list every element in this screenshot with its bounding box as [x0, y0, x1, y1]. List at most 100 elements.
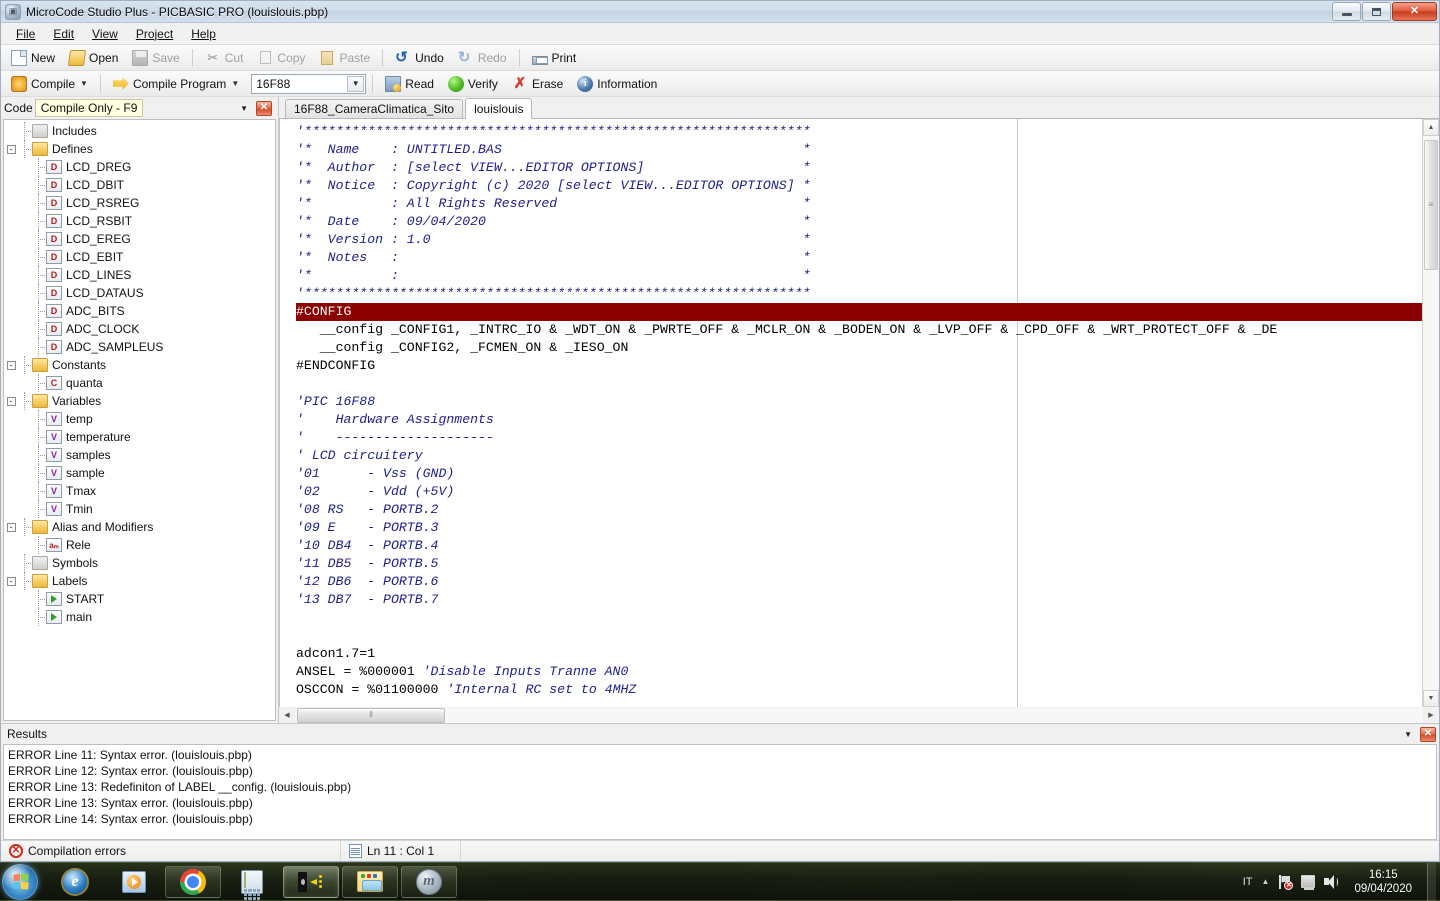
results-row[interactable]: ERROR Line 13: Syntax error. (louislouis…	[8, 795, 1436, 811]
tree-node[interactable]: -Defines	[4, 140, 275, 158]
tree-node[interactable]: DLCD_DBIT	[4, 176, 275, 194]
results-row[interactable]: ERROR Line 13: Redefiniton of LABEL __co…	[8, 779, 1436, 795]
tree-node[interactable]: DLCD_DATAUS	[4, 284, 275, 302]
tree-node[interactable]: Vtemperature	[4, 428, 275, 446]
tree-node[interactable]: DLCD_LINES	[4, 266, 275, 284]
tree-expander[interactable]: -	[4, 356, 18, 374]
device-select-chevron-down-icon[interactable]: ▼	[347, 76, 364, 92]
tree-node[interactable]: DLCD_DREG	[4, 158, 275, 176]
read-button[interactable]: Read	[379, 73, 440, 95]
open-button[interactable]: Open	[63, 47, 124, 69]
menu-project[interactable]: Project	[127, 25, 182, 43]
compile-dropdown-arrow-icon[interactable]: ▼	[80, 79, 88, 88]
results-row[interactable]: ERROR Line 11: Syntax error. (louislouis…	[8, 747, 1436, 763]
volume-speaker-icon[interactable]	[1324, 875, 1339, 889]
explorer-menu-chevron-down-icon[interactable]: ▼	[232, 104, 256, 113]
show-hidden-icons-chevron-up-icon[interactable]: ▲	[1262, 877, 1270, 886]
tree-node[interactable]: DLCD_EBIT	[4, 248, 275, 266]
menu-view[interactable]: View	[83, 25, 127, 43]
information-button[interactable]: i Information	[571, 73, 663, 95]
vertical-scroll-thumb[interactable]: ≡	[1424, 140, 1438, 270]
tree-expander[interactable]: -	[4, 572, 18, 590]
copy-button[interactable]: Copy	[251, 47, 311, 69]
tree-node[interactable]: VTmin	[4, 500, 275, 518]
taskbar-item-windows-media-player[interactable]	[106, 866, 162, 898]
tree-node[interactable]: Vsample	[4, 464, 275, 482]
scroll-down-arrow-icon[interactable]: ▼	[1423, 690, 1439, 707]
tree-node[interactable]: -Alias and Modifiers	[4, 518, 275, 536]
menu-edit[interactable]: Edit	[44, 25, 83, 43]
paste-button[interactable]: Paste	[313, 47, 376, 69]
results-close-icon[interactable]: ✕	[1420, 727, 1436, 742]
save-button[interactable]: Save	[126, 47, 185, 69]
maximize-button[interactable]	[1362, 2, 1391, 21]
tree-node[interactable]: START	[4, 590, 275, 608]
cut-button[interactable]: ✂ Cut	[199, 47, 250, 69]
tree-node[interactable]: Cquanta	[4, 374, 275, 392]
taskbar-item-mercury-app[interactable]: m	[401, 866, 457, 898]
editor-vertical-scrollbar[interactable]: ▲ ≡ ▼	[1422, 119, 1439, 707]
taskbar-item-calculator[interactable]	[224, 866, 280, 898]
vertical-scroll-track[interactable]: ≡	[1423, 136, 1439, 690]
print-button[interactable]: Print	[526, 48, 583, 68]
redo-button[interactable]: ↻ Redo	[452, 47, 513, 69]
tree-node[interactable]: -Variables	[4, 392, 275, 410]
horizontal-scroll-thumb[interactable]: ⦀	[297, 708, 445, 723]
taskbar-item-internet-explorer[interactable]: e	[47, 866, 103, 898]
tree-expander[interactable]: -	[4, 140, 18, 158]
tree-node[interactable]: DLCD_RSBIT	[4, 212, 275, 230]
language-indicator[interactable]: IT	[1243, 876, 1253, 888]
code-explorer-tree[interactable]: Includes-DefinesDLCD_DREGDLCD_DBITDLCD_R…	[3, 119, 276, 721]
taskbar-item-windows-explorer[interactable]	[342, 866, 398, 898]
results-row[interactable]: ERROR Line 12: Syntax error. (louislouis…	[8, 763, 1436, 779]
source-code-text[interactable]: '***************************************…	[280, 119, 1422, 699]
tree-node[interactable]: Vtemp	[4, 410, 275, 428]
tree-node[interactable]: DADC_CLOCK	[4, 320, 275, 338]
editor-tabstrip[interactable]: 16F88_CameraClimatica_Sitolouislouis	[279, 97, 1439, 119]
code-scroll-viewport[interactable]: '***************************************…	[279, 119, 1422, 707]
results-row[interactable]: ERROR Line 14: Syntax error. (louislouis…	[8, 811, 1436, 827]
editor-tab[interactable]: 16F88_CameraClimatica_Sito	[285, 99, 463, 118]
explorer-close-icon[interactable]: ✕	[256, 101, 272, 116]
network-icon[interactable]	[1301, 875, 1315, 888]
verify-button[interactable]: Verify	[442, 73, 504, 95]
tree-node[interactable]: -Labels	[4, 572, 275, 590]
compile-program-dropdown-arrow-icon[interactable]: ▼	[231, 79, 239, 88]
tree-node[interactable]: VTmax	[4, 482, 275, 500]
clock[interactable]: 16:15 09/04/2020	[1348, 868, 1418, 896]
results-menu-chevron-down-icon[interactable]: ▼	[1396, 730, 1420, 739]
tree-node[interactable]: DADC_SAMPLEUS	[4, 338, 275, 356]
tree-expander[interactable]: -	[4, 392, 18, 410]
code-editor[interactable]: '***************************************…	[279, 119, 1439, 707]
tree-node[interactable]: aₘRele	[4, 536, 275, 554]
taskbar-item-pic-programmer[interactable]	[283, 866, 339, 898]
tree-node[interactable]: main	[4, 608, 275, 626]
results-list[interactable]: ERROR Line 11: Syntax error. (louislouis…	[3, 744, 1437, 840]
tree-expander[interactable]: -	[4, 518, 18, 536]
tree-node[interactable]: DADC_BITS	[4, 302, 275, 320]
taskbar-item-google-chrome[interactable]	[165, 866, 221, 898]
new-button[interactable]: New	[5, 47, 61, 69]
scroll-up-arrow-icon[interactable]: ▲	[1423, 119, 1439, 136]
tree-node[interactable]: DLCD_RSREG	[4, 194, 275, 212]
tree-node[interactable]: -Constants	[4, 356, 275, 374]
start-button[interactable]	[2, 864, 38, 900]
tree-node[interactable]: Symbols	[4, 554, 275, 572]
show-desktop-button[interactable]	[1427, 863, 1436, 901]
action-center-flag-icon[interactable]: ✕	[1278, 875, 1292, 889]
erase-button[interactable]: ✗ Erase	[506, 73, 569, 95]
close-button[interactable]: ✕	[1392, 2, 1437, 21]
tree-node[interactable]: Includes	[4, 122, 275, 140]
menu-file[interactable]: File	[7, 25, 44, 43]
horizontal-scroll-track[interactable]: ⦀	[295, 708, 1423, 723]
scroll-left-arrow-icon[interactable]: ◀	[279, 708, 295, 723]
tree-node[interactable]: DLCD_EREG	[4, 230, 275, 248]
device-select[interactable]: 16F88 ▼	[251, 74, 366, 94]
editor-tab[interactable]: louislouis	[465, 98, 532, 119]
minimize-button[interactable]	[1332, 2, 1361, 21]
compile-button[interactable]: Compile ▼	[5, 73, 94, 95]
tree-node[interactable]: Vsamples	[4, 446, 275, 464]
compile-program-button[interactable]: Compile Program ▼	[107, 73, 245, 95]
scroll-right-arrow-icon[interactable]: ▶	[1423, 708, 1439, 723]
menu-help[interactable]: Help	[182, 25, 225, 43]
